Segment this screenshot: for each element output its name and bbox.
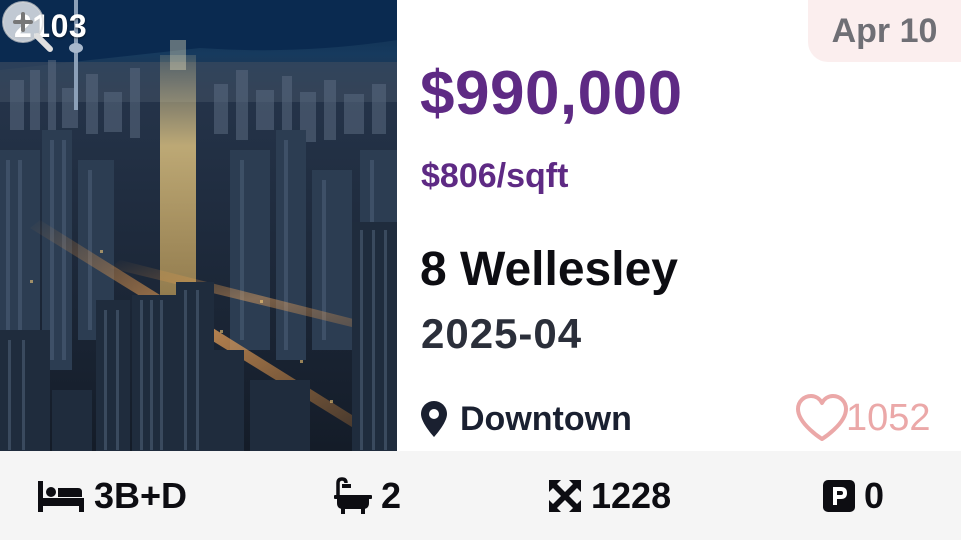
zoom-in-icon[interactable] [0,0,54,54]
listing-photo[interactable]: 2103 [0,0,397,451]
expand-arrows-icon [549,479,581,512]
bed-icon [38,480,84,512]
specs-bar: 3B+D 2 1228 0 [0,451,961,540]
spec-bathrooms: 2 [333,451,401,540]
location-label: Downtown [460,399,632,438]
parking-icon [823,479,855,512]
bathtub-icon [334,476,372,514]
size-value: 1228 [591,474,672,516]
heart-outline-icon[interactable] [794,393,850,443]
bedrooms-value: 3B+D [94,474,188,516]
favorite-button[interactable]: 1052 [794,390,931,446]
date-badge: Apr 10 [808,0,961,62]
spec-size: 1228 [547,451,671,540]
bathrooms-value: 2 [381,474,402,516]
price-per-sqft: $806/sqft [421,157,569,195]
listing-card[interactable]: 2103 Apr 10 $990,000 $806/sqft 8 Wellesl… [0,0,961,540]
city-skyline-image [0,0,397,451]
listing-price: $990,000 [420,59,683,128]
occupancy-date: 2025-04 [421,310,583,357]
spec-parking: 0 [822,451,884,540]
building-name[interactable]: 8 Wellesley [420,242,678,297]
spec-bedrooms: 3B+D [36,451,187,540]
location: Downtown [420,398,632,440]
likes-count: 1052 [846,396,931,439]
parking-value: 0 [864,474,885,516]
map-pin-icon [421,401,447,437]
listing-date: Apr 10 [831,11,938,50]
